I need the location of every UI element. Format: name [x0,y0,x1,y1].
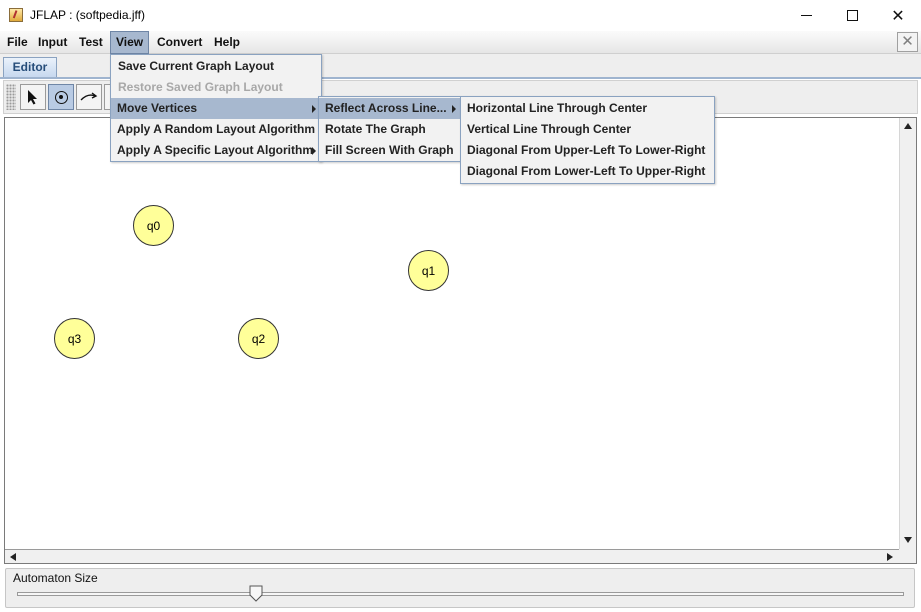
menu-item-save-layout[interactable]: Save Current Graph Layout [111,56,321,77]
state-creator-tool[interactable] [48,84,74,110]
menu-item-reflect-diagonal-ll-ur[interactable]: Diagonal From Lower-Left To Upper-Right [461,161,714,182]
reflect-across-line-submenu: Horizontal Line Through Center Vertical … [460,96,715,184]
scroll-up-icon[interactable] [904,123,912,129]
close-icon: ✕ [901,33,914,50]
menu-item-reflect-diagonal-ul-lr[interactable]: Diagonal From Upper-Left To Lower-Right [461,140,714,161]
scroll-left-icon[interactable] [10,553,16,561]
automaton-size-panel: Automaton Size [5,568,915,608]
menu-input[interactable]: Input [33,31,72,54]
menu-item-reflect-horizontal[interactable]: Horizontal Line Through Center [461,98,714,119]
maximize-button[interactable] [829,0,875,31]
menu-item-fill-screen[interactable]: Fill Screen With Graph [319,140,460,161]
menu-item-label: Apply A Specific Layout Algorithm [117,143,314,157]
state-q3[interactable]: q3 [54,318,95,359]
close-document-button[interactable]: ✕ [897,32,918,52]
maximize-icon [846,10,858,21]
menu-test[interactable]: Test [74,31,108,54]
scrollbar-corner [899,549,916,563]
state-q1[interactable]: q1 [408,250,449,291]
close-button[interactable]: ✕ [875,0,921,31]
minimize-icon [800,15,812,16]
submenu-arrow-icon [452,105,456,113]
state-circle-icon [54,90,68,104]
menu-bar: File Input Test View Convert Help [0,31,921,54]
move-vertices-submenu: Reflect Across Line... Rotate The Graph … [318,96,461,162]
menu-file[interactable]: File [2,31,33,54]
horizontal-scrollbar[interactable] [5,549,899,563]
tab-editor[interactable]: Editor [3,57,57,78]
close-icon: ✕ [891,7,905,25]
scroll-right-icon[interactable] [887,553,893,561]
menu-item-label: Reflect Across Line... [325,101,447,115]
automaton-size-label: Automaton Size [13,571,100,585]
menu-item-label: Move Vertices [117,101,198,115]
transition-creator-tool[interactable] [76,84,102,110]
pointer-arrow-icon [28,90,37,105]
automaton-canvas[interactable]: q0 q1 q2 q3 [5,118,898,549]
attribute-editor-tool[interactable] [20,84,46,110]
vertical-scrollbar[interactable] [899,118,916,549]
toolbar-grip-handle[interactable] [6,84,16,110]
state-q2[interactable]: q2 [238,318,279,359]
scroll-down-icon[interactable] [904,537,912,543]
menu-item-move-vertices[interactable]: Move Vertices [111,98,321,119]
menu-view[interactable]: View [110,31,150,54]
menu-item-specific-layout[interactable]: Apply A Specific Layout Algorithm [111,140,321,161]
window-title: JFLAP : (softpedia.jff) [30,8,145,22]
automaton-size-slider-track[interactable] [17,592,904,596]
menu-item-random-layout[interactable]: Apply A Random Layout Algorithm [111,119,321,140]
submenu-arrow-icon [312,147,316,155]
editor-canvas-frame: q0 q1 q2 q3 [4,117,917,564]
menu-help[interactable]: Help [209,31,245,54]
menu-convert[interactable]: Convert [152,31,207,54]
menu-item-reflect-across-line[interactable]: Reflect Across Line... [319,98,460,119]
state-q0[interactable]: q0 [133,205,174,246]
view-menu-dropdown: Save Current Graph Layout Restore Saved … [110,54,322,162]
minimize-button[interactable] [783,0,829,31]
menu-item-reflect-vertical[interactable]: Vertical Line Through Center [461,119,714,140]
slider-thumb-icon[interactable] [249,585,263,602]
jflap-app-icon [9,8,23,22]
submenu-arrow-icon [312,105,316,113]
title-bar: JFLAP : (softpedia.jff) ✕ [0,0,921,31]
transition-arrow-icon [80,92,98,101]
menu-item-restore-layout: Restore Saved Graph Layout [118,80,283,94]
menu-item-rotate-graph[interactable]: Rotate The Graph [319,119,460,140]
